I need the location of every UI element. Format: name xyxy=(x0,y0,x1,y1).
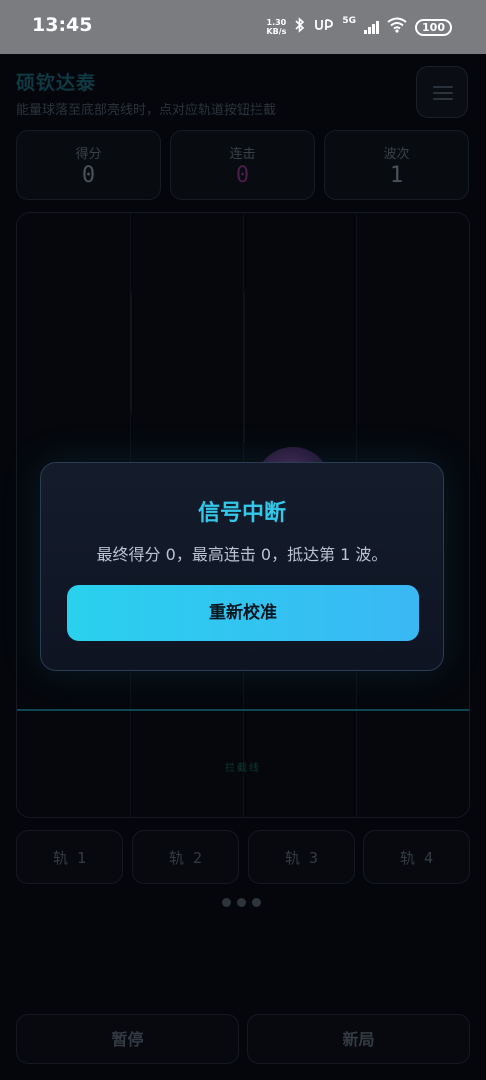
recalibrate-button[interactable]: 重新校准 xyxy=(67,585,419,641)
stat-wave: 波次 1 xyxy=(324,130,469,200)
status-time: 13:45 xyxy=(32,14,93,36)
game-over-dialog: 信号中断 最终得分 0，最高连击 0，抵达第 1 波。 重新校准 xyxy=(40,462,444,671)
lane-button-3[interactable]: 轨 3 xyxy=(248,830,355,884)
page-subtitle: 能量球落至底部亮线时，点对应轨道按钮拦截 xyxy=(16,103,277,118)
stat-combo-label: 连击 xyxy=(229,147,256,162)
bluetooth-icon xyxy=(294,17,306,37)
stat-combo-value: 0 xyxy=(235,163,250,188)
new-game-button[interactable]: 新局 xyxy=(247,1014,470,1064)
hd-voice-icon xyxy=(314,17,334,37)
menu-button[interactable] xyxy=(416,66,468,118)
status-icons: 1.30 KB/s 5G 100 xyxy=(266,14,452,40)
page-title: 硕钦达泰 xyxy=(16,72,97,94)
stat-wave-label: 波次 xyxy=(383,147,410,162)
lane-button-2[interactable]: 轨 2 xyxy=(132,830,239,884)
page-indicator xyxy=(222,898,261,907)
signal-icon xyxy=(364,20,380,34)
battery-icon: 100 xyxy=(415,18,452,36)
menu-icon xyxy=(433,86,453,88)
stat-wave-value: 1 xyxy=(389,163,404,188)
stat-score-value: 0 xyxy=(81,163,96,188)
wifi-icon xyxy=(387,17,407,37)
intercept-label: 拦截线 xyxy=(225,763,261,774)
network-type: 5G xyxy=(342,16,357,26)
lane-button-1[interactable]: 轨 1 xyxy=(16,830,123,884)
status-bar: 13:45 1.30 KB/s 5G 100 xyxy=(0,0,486,54)
battery-level: 100 xyxy=(422,20,445,34)
stat-score: 得分 0 xyxy=(16,130,161,200)
dialog-message: 最终得分 0，最高连击 0，抵达第 1 波。 xyxy=(96,545,388,564)
network-speed: 1.30 KB/s xyxy=(266,18,287,36)
lane-trail xyxy=(243,293,245,443)
intercept-line xyxy=(17,709,469,711)
lane-button-4[interactable]: 轨 4 xyxy=(363,830,470,884)
pause-button[interactable]: 暂停 xyxy=(16,1014,239,1064)
stat-combo: 连击 0 xyxy=(170,130,315,200)
lane-trail xyxy=(130,293,132,413)
stat-score-label: 得分 xyxy=(75,147,102,162)
dialog-title: 信号中断 xyxy=(197,501,286,526)
